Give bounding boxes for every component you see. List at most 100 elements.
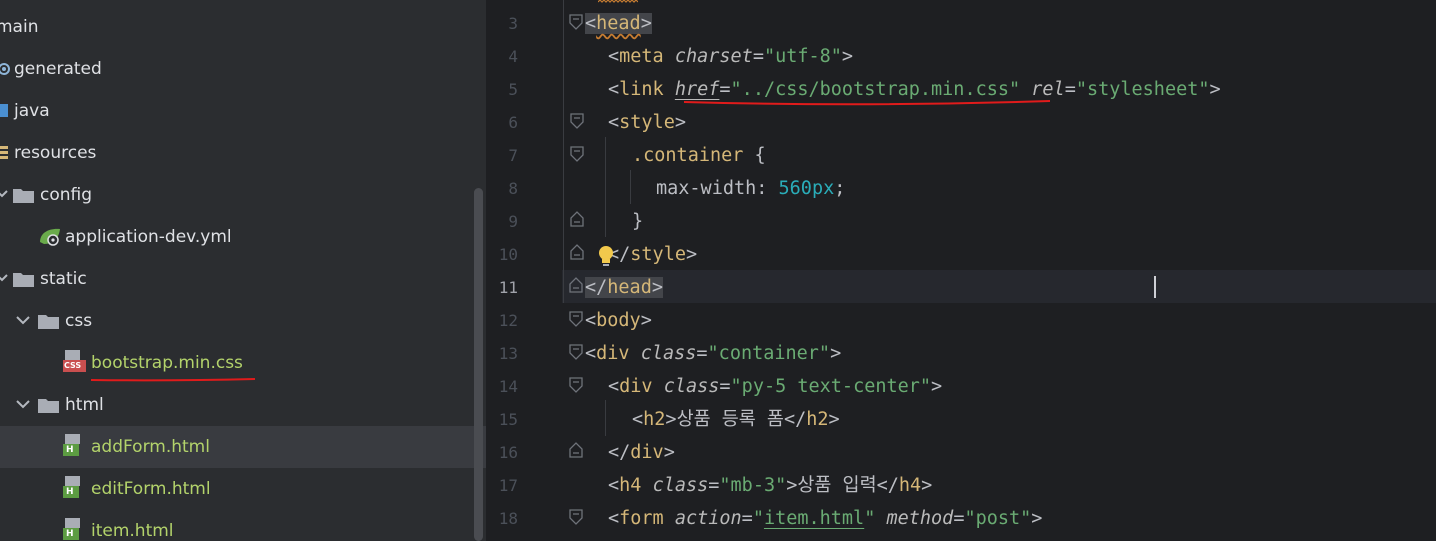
indent-guide — [605, 400, 606, 436]
code-line-8: max-width: 560px; — [656, 178, 846, 199]
tree-scrollbar[interactable] — [474, 188, 483, 541]
tree-item-label: generated — [14, 59, 102, 79]
fold-collapse-icon[interactable] — [570, 146, 584, 162]
fold-expand-end-icon[interactable] — [570, 244, 584, 260]
tree-item-static[interactable]: static — [0, 258, 486, 300]
code-line-12: <body> — [585, 310, 652, 331]
attr-value: "py-5 text-center" — [730, 376, 932, 397]
tree-item-label: html — [65, 395, 104, 415]
fold-guide-line — [563, 0, 564, 303]
red-annotation-underline — [684, 100, 1050, 106]
tree-item-label: bootstrap.min.css — [91, 353, 243, 373]
tree-item-resources[interactable]: resources — [0, 132, 486, 174]
code-line-18: <form action="item.html" method="post"> — [608, 508, 1043, 529]
tree-item-label: main — [0, 17, 39, 37]
line-number: 15 — [498, 410, 518, 429]
fold-expand-end-icon[interactable] — [570, 211, 584, 227]
project-tree-panel: main generated java resources config app… — [0, 0, 486, 541]
folder-icon — [38, 315, 59, 329]
tree-item-label: application-dev.yml — [65, 227, 232, 247]
red-annotation-underline — [91, 378, 255, 382]
html-file-icon: H — [63, 518, 87, 541]
attr-value: "stylesheet" — [1075, 79, 1210, 100]
fold-collapse-icon[interactable] — [569, 377, 583, 393]
code-line-9: } — [632, 211, 644, 232]
code-line-7: .container { — [632, 145, 766, 166]
chevron-down-icon[interactable] — [16, 397, 30, 411]
indent-guide — [630, 170, 631, 204]
html-file-icon: H — [63, 476, 87, 500]
chevron-down-icon[interactable] — [0, 187, 8, 201]
code-line-15: <h2>상품 등록 폼</h2> — [632, 409, 840, 430]
fold-collapse-icon[interactable] — [569, 14, 583, 30]
fold-expand-end-icon[interactable] — [569, 442, 583, 458]
source-folder-icon — [0, 104, 8, 117]
folder-icon — [13, 189, 34, 203]
css-selector: .container — [632, 145, 744, 166]
tree-item-main[interactable]: main — [0, 6, 486, 48]
line-number: 17 — [498, 476, 518, 495]
fold-expand-end-icon[interactable] — [569, 277, 583, 293]
line-number: 14 — [498, 377, 518, 396]
attr-rel: rel — [1031, 79, 1065, 100]
line-number-gutter: 3 4 5 6 7 8 9 10 11 12 13 14 15 16 17 18 — [486, 0, 558, 541]
line-number: 9 — [508, 212, 518, 231]
fold-collapse-icon[interactable] — [569, 311, 583, 327]
generated-sources-icon — [0, 63, 10, 75]
resources-folder-icon — [0, 146, 8, 159]
tree-item-label: static — [40, 269, 87, 289]
attr-value: "utf-8" — [763, 46, 842, 67]
fold-collapse-icon[interactable] — [569, 344, 583, 360]
code-line-13: <div class="container"> — [585, 343, 842, 364]
heading-text: 상품 등록 폼 — [676, 409, 784, 430]
text-cursor — [1154, 276, 1156, 298]
tree-item-label: editForm.html — [91, 479, 211, 499]
chevron-down-icon[interactable] — [16, 313, 30, 327]
attr-value: "mb-3" — [719, 475, 787, 496]
attr-value-href[interactable]: "../css/bootstrap.min.css" — [731, 79, 1021, 100]
line-number: 8 — [508, 179, 518, 198]
tree-item-label: config — [40, 185, 93, 205]
line-number: 12 — [498, 311, 518, 330]
tree-item-css[interactable]: css — [0, 300, 486, 342]
css-file-icon: CSS — [63, 350, 87, 374]
line-number: 6 — [508, 113, 518, 132]
tree-item-item-html[interactable]: H item.html — [0, 510, 486, 541]
tree-item-editform-html[interactable]: H editForm.html — [0, 468, 486, 510]
warning-squiggle — [598, 0, 638, 3]
spring-config-icon — [40, 228, 60, 246]
code-line-11: </head> — [585, 277, 663, 298]
current-line-highlight — [562, 270, 1436, 303]
tree-item-generated[interactable]: generated — [0, 48, 486, 90]
fold-collapse-icon[interactable] — [570, 113, 584, 129]
line-number: 4 — [508, 47, 518, 66]
folder-icon — [13, 273, 34, 287]
attr-value: "container" — [707, 343, 831, 364]
line-number: 10 — [498, 245, 518, 264]
heading-text: 상품 입력 — [797, 475, 877, 496]
tree-item-java[interactable]: java — [0, 90, 486, 132]
tree-item-application-dev-yml[interactable]: application-dev.yml — [0, 216, 486, 258]
html-file-icon-text: H — [66, 445, 74, 455]
tree-item-html[interactable]: html — [0, 384, 486, 426]
attr-charset: charset — [674, 46, 753, 67]
line-number: 13 — [498, 344, 518, 363]
line-number: 7 — [508, 146, 518, 165]
code-line-4: <meta charset="utf-8"> — [608, 46, 854, 67]
line-number: 3 — [508, 14, 518, 33]
code-line-10: </style> — [608, 244, 698, 265]
tree-item-addform-html[interactable]: H addForm.html — [0, 426, 486, 468]
html-file-icon-text: H — [66, 529, 74, 539]
chevron-down-icon[interactable] — [0, 271, 8, 285]
line-number: 5 — [508, 80, 518, 99]
css-file-icon-text: CSS — [64, 361, 82, 370]
fold-collapse-icon[interactable] — [569, 509, 583, 525]
line-number: 18 — [498, 509, 518, 528]
lightbulb-icon[interactable] — [597, 245, 615, 267]
code-editor[interactable]: 3 4 5 6 7 8 9 10 11 12 13 14 15 16 17 18… — [486, 0, 1436, 541]
css-property: max-width: — [656, 178, 779, 199]
attr-value: "post" — [964, 508, 1032, 529]
tree-item-config[interactable]: config — [0, 174, 486, 216]
css-value: 560px — [778, 178, 835, 199]
attr-value-action[interactable]: item.html — [764, 508, 864, 529]
